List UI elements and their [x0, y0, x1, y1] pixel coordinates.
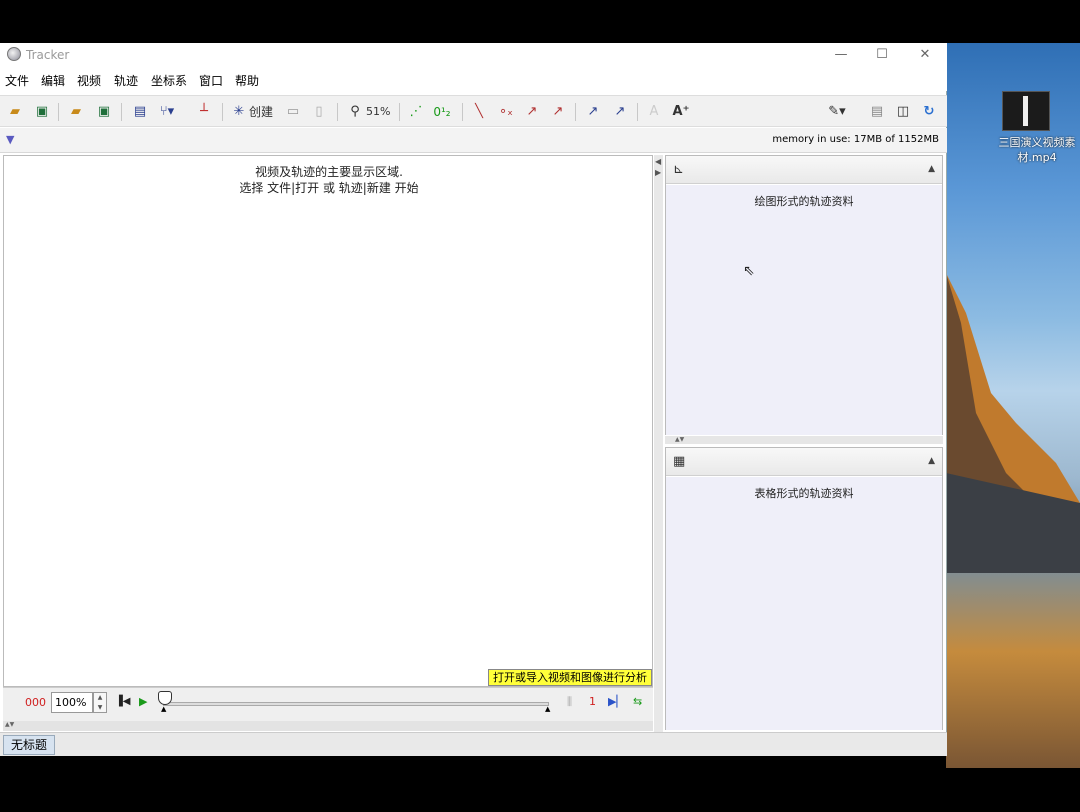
trail-icon[interactable]: ⋰	[407, 102, 425, 122]
toolbar: ▰ ▣ ▰ ▣ ▤ ⑂▾ ┴ ✳ 创建 ▭ ▯ ⚲ 51% ⋰ 0¹₂ ╲ ∘ₓ…	[0, 95, 947, 127]
create-track-button[interactable]: 创建	[249, 102, 273, 122]
zoom-stepper[interactable]: ▲ ▼	[93, 692, 107, 713]
table-placeholder: 表格形式的轨迹资料	[754, 487, 854, 500]
letterbox-top	[0, 0, 1080, 43]
memory-indicator: memory in use: 17MB of 1152MB	[772, 134, 939, 145]
window-panel-icon[interactable]: ◫	[894, 102, 912, 122]
zoom-level[interactable]: 51%	[366, 102, 390, 122]
plot-placeholder: 绘图形式的轨迹资料	[754, 195, 854, 208]
calibration-icon[interactable]: ⑂▾	[158, 102, 176, 122]
play-icon[interactable]: ▶	[139, 695, 147, 708]
frame-number[interactable]: 000	[25, 696, 46, 709]
pencil-icon[interactable]: ✎▾	[828, 102, 846, 122]
desktop-rock-image	[946, 273, 1080, 573]
open-video-tip[interactable]: 打开或导入视频和图像进行分析	[488, 669, 652, 686]
note-icon[interactable]: ▯	[310, 102, 328, 122]
minimize-button[interactable]: —	[826, 46, 856, 64]
menu-video[interactable]: 视频	[77, 72, 101, 89]
collapse-up-icon[interactable]: ▲	[928, 456, 935, 466]
title-bar: Tracker — ☐ ✕	[0, 43, 947, 69]
notes-icon[interactable]: ▤	[868, 102, 886, 122]
collapse-up-icon[interactable]: ▲	[928, 164, 935, 174]
plot-panel: ⊾ ▲ 绘图形式的轨迹资料	[665, 155, 943, 435]
collapse-left-icon[interactable]: ◀	[655, 157, 661, 166]
letterbox-bottom	[0, 768, 1080, 812]
view-hint-line2: 选择 文件|打开 或 轨迹|新建 开始	[239, 181, 419, 195]
momentum-icon[interactable]: ↗	[584, 102, 602, 122]
magnifier-icon[interactable]: ⚲	[346, 102, 364, 122]
plot-area[interactable]: 绘图形式的轨迹资料	[666, 185, 942, 435]
tracker-window: Tracker — ☐ ✕ 文件 编辑 视频 轨迹 坐标系 窗口 帮助 ▰ ▣ …	[0, 43, 947, 756]
menu-tracks[interactable]: 轨迹	[114, 72, 138, 89]
clip-loop-icon[interactable]: ⇆	[633, 695, 642, 708]
menu-window[interactable]: 窗口	[199, 72, 223, 89]
step-size[interactable]: 1	[589, 695, 596, 708]
plot-icon[interactable]: ⊾	[673, 162, 684, 177]
font-icon[interactable]: A⁺	[672, 102, 690, 122]
close-button[interactable]: ✕	[910, 46, 940, 64]
split-divider[interactable]: ◀ ▶	[654, 155, 663, 732]
tracker-app-icon	[7, 47, 21, 61]
open-folder-icon[interactable]: ▰	[6, 102, 24, 122]
refresh-icon[interactable]: ↻	[920, 102, 938, 122]
table-panel-header: ▦ ▲	[666, 448, 942, 476]
tab-untitled[interactable]: 无标题	[3, 735, 55, 755]
position-icon[interactable]: ∘ₓ	[497, 102, 515, 122]
ruler-icon[interactable]: ▭	[284, 102, 302, 122]
acceleration-icon[interactable]: ↗	[549, 102, 567, 122]
zoom-field[interactable]: 100%	[51, 692, 93, 713]
mouse-cursor-icon: ⇖	[743, 263, 755, 279]
export-icon[interactable]: ▣	[95, 102, 113, 122]
velocity-icon[interactable]: ↗	[523, 102, 541, 122]
path-icon[interactable]: ╲	[470, 102, 488, 122]
label-icon[interactable]: 0¹₂	[433, 102, 451, 122]
font-smaller-icon[interactable]: A	[645, 102, 663, 122]
right-split-divider[interactable]: ▲▼	[665, 436, 943, 444]
window-title: Tracker	[26, 48, 70, 62]
frame-slider[interactable]	[163, 702, 549, 706]
menu-coords[interactable]: 坐标系	[151, 72, 187, 89]
force-icon[interactable]: ↗	[611, 102, 629, 122]
player-bar: 000 100% ▲ ▼ ▐◀ ▶ ▲ ▲ ⫼ 1 ▶▏ ⇆	[3, 687, 653, 721]
save-icon[interactable]: ▣	[33, 102, 51, 122]
main-video-view[interactable]: 视频及轨迹的主要显示区域. 选择 文件|打开 或 轨迹|新建 开始	[3, 155, 653, 687]
menu-edit[interactable]: 编辑	[41, 72, 65, 89]
table-area[interactable]: 表格形式的轨迹资料	[666, 477, 942, 730]
clip-settings-icon[interactable]: ▤	[131, 102, 149, 122]
go-to-start-icon[interactable]: ▐◀	[115, 696, 130, 707]
table-icon[interactable]: ▦	[673, 454, 685, 469]
open-file-icon[interactable]: ▰	[67, 102, 85, 122]
plot-panel-header: ⊾ ▲	[666, 156, 942, 184]
bottom-collapse-strip[interactable]: ▲▼	[3, 721, 653, 731]
maximize-button[interactable]: ☐	[867, 46, 897, 64]
menu-file[interactable]: 文件	[5, 72, 29, 89]
loop-icon[interactable]: ⫼	[567, 695, 572, 709]
view-hint-line1: 视频及轨迹的主要显示区域.	[255, 165, 403, 179]
axes-icon[interactable]: ┴	[195, 102, 213, 122]
collapse-right-icon[interactable]: ▶	[655, 168, 661, 177]
create-track-icon[interactable]: ✳	[230, 102, 248, 122]
menu-bar: 文件 编辑 视频 轨迹 坐标系 窗口 帮助	[0, 69, 947, 91]
desktop-background: 三国演义视频素材.mp4	[946, 43, 1080, 768]
table-panel: ▦ ▲ 表格形式的轨迹资料	[665, 447, 943, 730]
dropdown-arrow-icon[interactable]: ▼	[6, 133, 14, 146]
slider-thumb[interactable]	[158, 691, 172, 705]
status-bar: 无标题	[0, 732, 947, 756]
video-file-icon[interactable]	[1002, 91, 1050, 131]
end-marker-icon[interactable]: ▲	[545, 705, 550, 713]
desktop-icon-label[interactable]: 三国演义视频素材.mp4	[996, 135, 1078, 165]
info-bar: ▼ memory in use: 17MB of 1152MB	[0, 128, 947, 153]
menu-help[interactable]: 帮助	[235, 72, 259, 89]
start-marker-icon[interactable]: ▲	[161, 705, 166, 713]
step-forward-icon[interactable]: ▶▏	[608, 695, 625, 708]
